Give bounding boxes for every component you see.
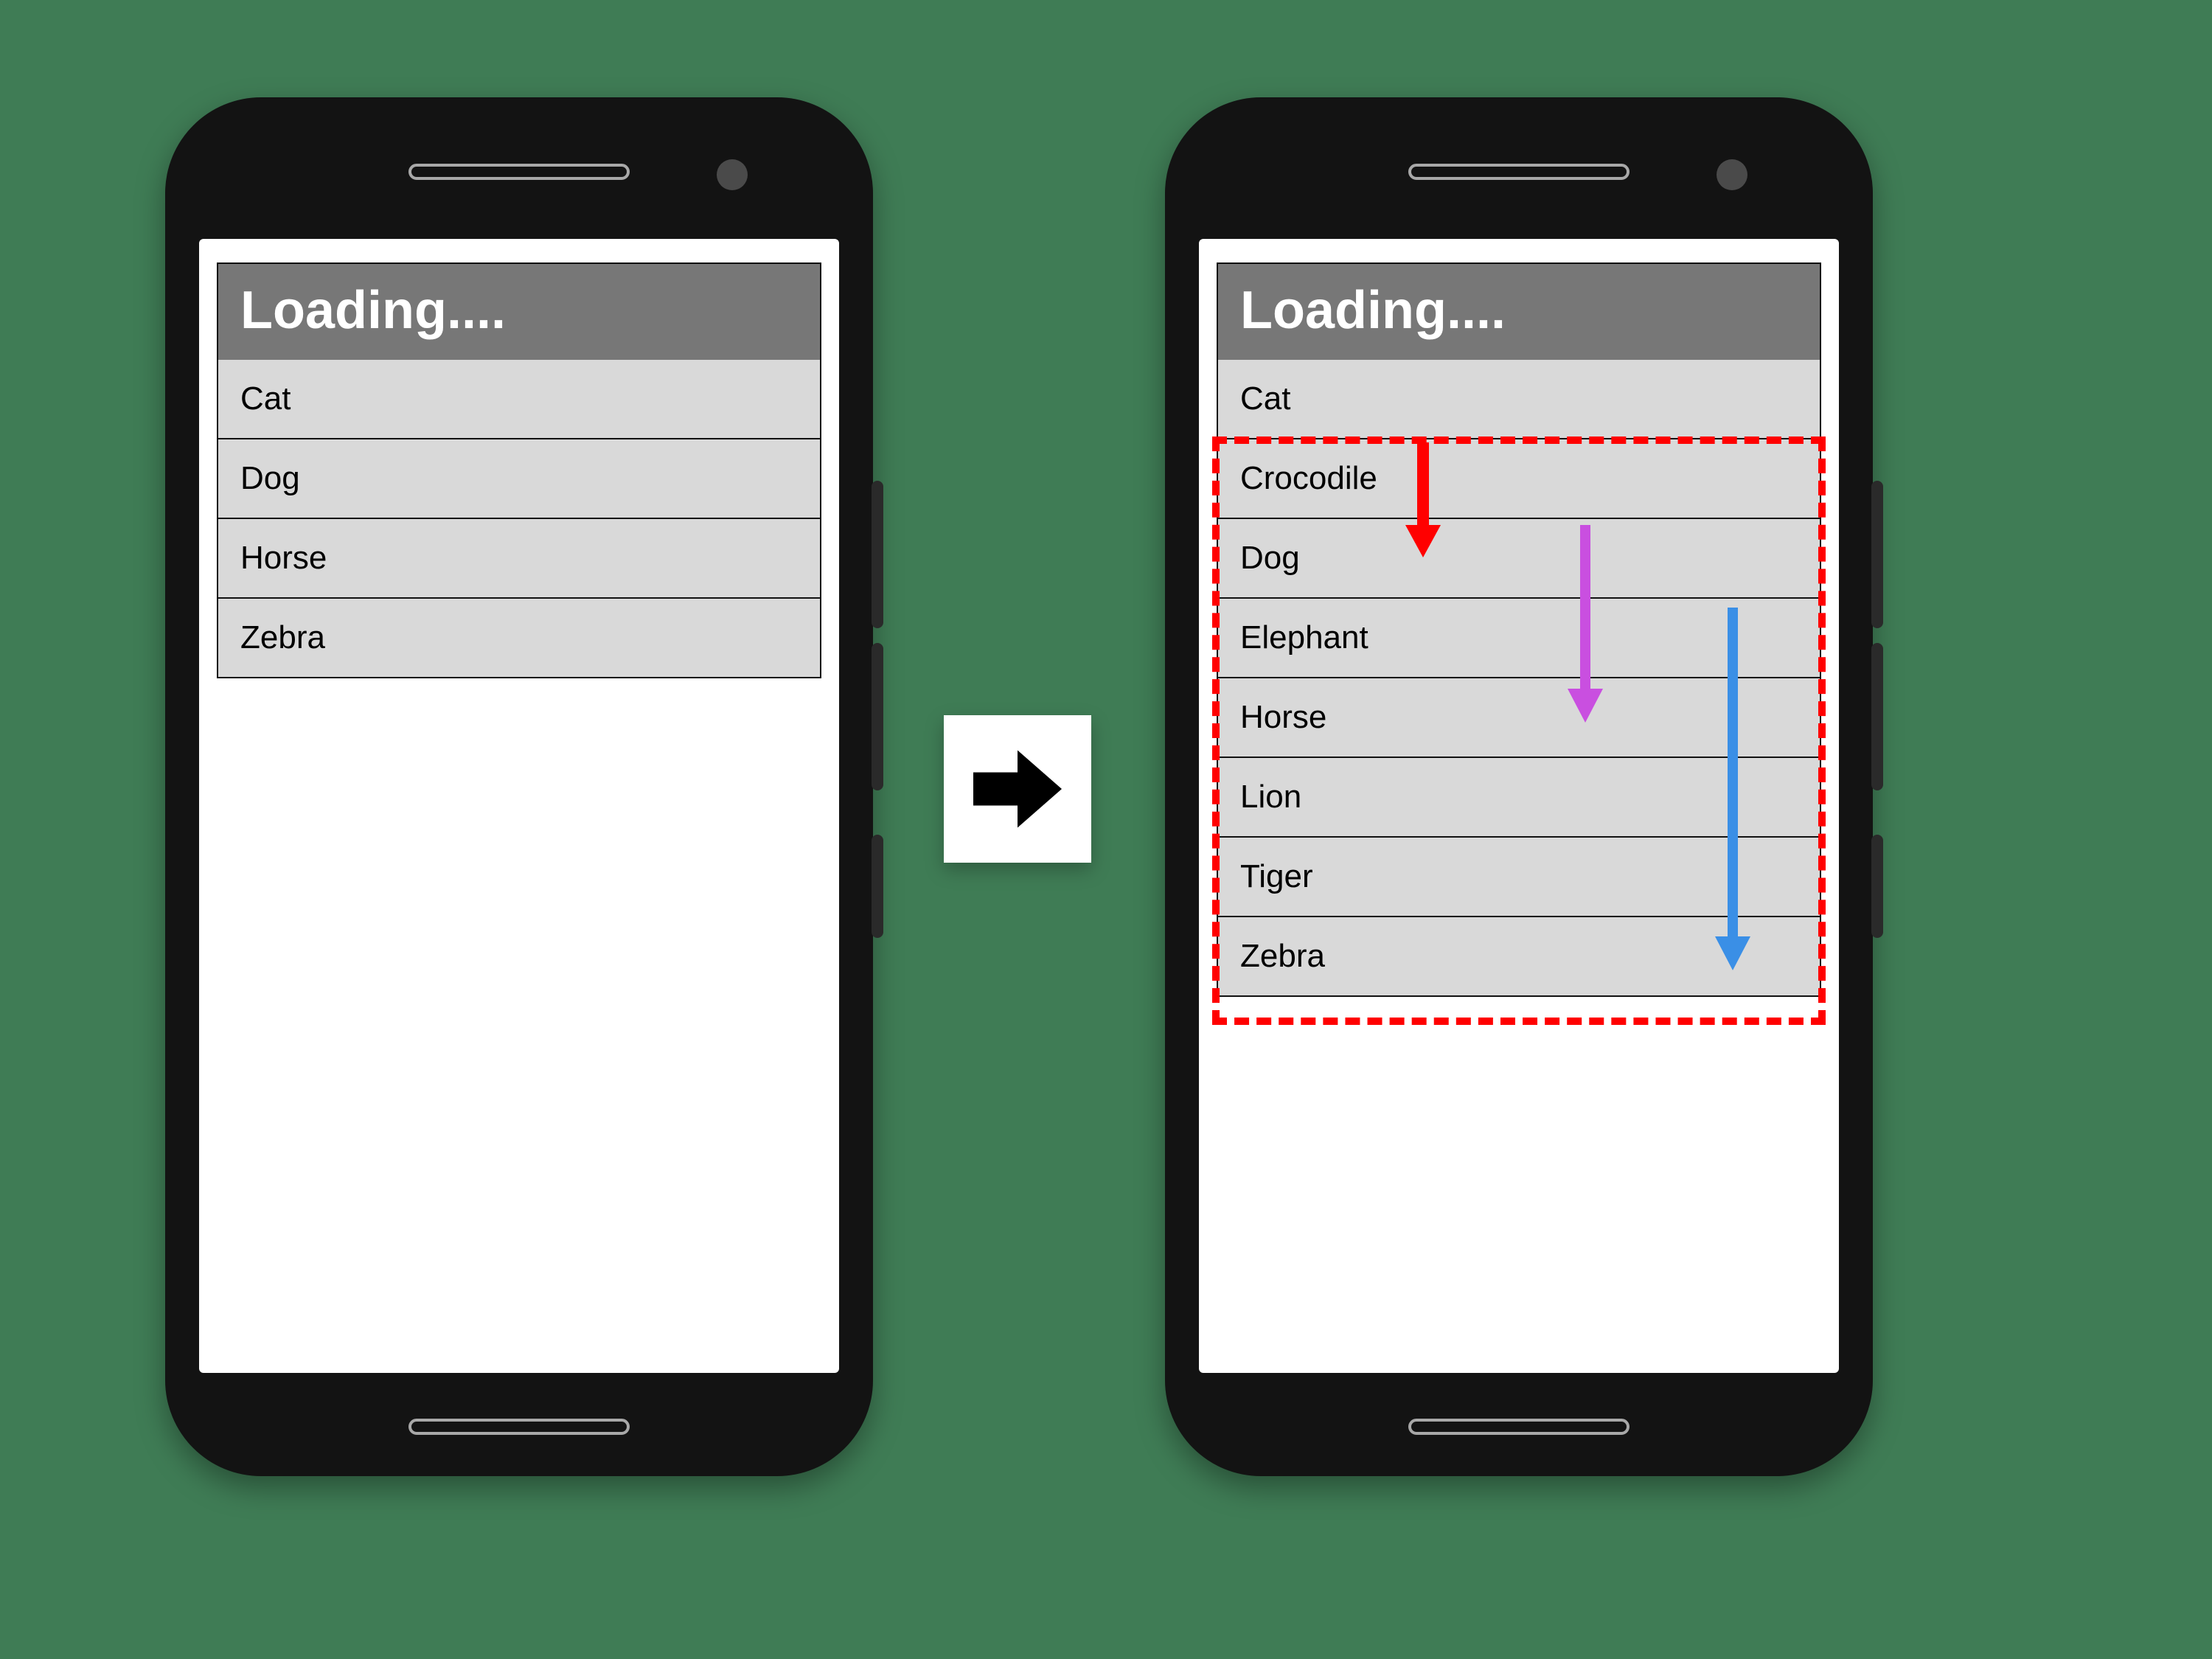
list: Cat Crocodile Dog Elephant Horse Lion Ti… bbox=[1217, 360, 1821, 997]
list-item[interactable]: Elephant bbox=[1217, 599, 1821, 678]
phone-screen: Loading.... Cat Crocodile Dog Elephant H… bbox=[1199, 239, 1839, 1373]
list-item[interactable]: Crocodile bbox=[1217, 439, 1821, 519]
phone-speaker-top bbox=[408, 164, 630, 180]
phone-side-button bbox=[872, 835, 883, 938]
phone-speaker-top bbox=[1408, 164, 1630, 180]
list-item[interactable]: Horse bbox=[217, 519, 821, 599]
list-item[interactable]: Lion bbox=[1217, 758, 1821, 838]
phone-camera bbox=[717, 159, 748, 190]
phone-screen: Loading.... Cat Dog Horse Zebra bbox=[199, 239, 839, 1373]
list-item[interactable]: Tiger bbox=[1217, 838, 1821, 917]
arrow-right-icon bbox=[962, 734, 1073, 844]
list-item[interactable]: Zebra bbox=[217, 599, 821, 678]
list-item[interactable]: Horse bbox=[1217, 678, 1821, 758]
list-item[interactable]: Cat bbox=[217, 360, 821, 439]
phone-side-button bbox=[872, 481, 883, 628]
phone-side-button bbox=[1871, 643, 1883, 790]
phone-camera bbox=[1717, 159, 1747, 190]
phone-side-button bbox=[872, 643, 883, 790]
phone-right: Loading.... Cat Crocodile Dog Elephant H… bbox=[1165, 97, 1873, 1476]
phone-side-button bbox=[1871, 481, 1883, 628]
phone-side-button bbox=[1871, 835, 1883, 938]
phone-left: Loading.... Cat Dog Horse Zebra bbox=[165, 97, 873, 1476]
app-title-bar: Loading.... bbox=[217, 262, 821, 360]
list-item[interactable]: Dog bbox=[1217, 519, 1821, 599]
list: Cat Dog Horse Zebra bbox=[217, 360, 821, 678]
list-item[interactable]: Zebra bbox=[1217, 917, 1821, 997]
phone-speaker-bottom bbox=[1408, 1419, 1630, 1435]
phone-speaker-bottom bbox=[408, 1419, 630, 1435]
transition-arrow-panel bbox=[944, 715, 1091, 863]
list-item[interactable]: Cat bbox=[1217, 360, 1821, 439]
app-title-bar: Loading.... bbox=[1217, 262, 1821, 360]
list-item[interactable]: Dog bbox=[217, 439, 821, 519]
